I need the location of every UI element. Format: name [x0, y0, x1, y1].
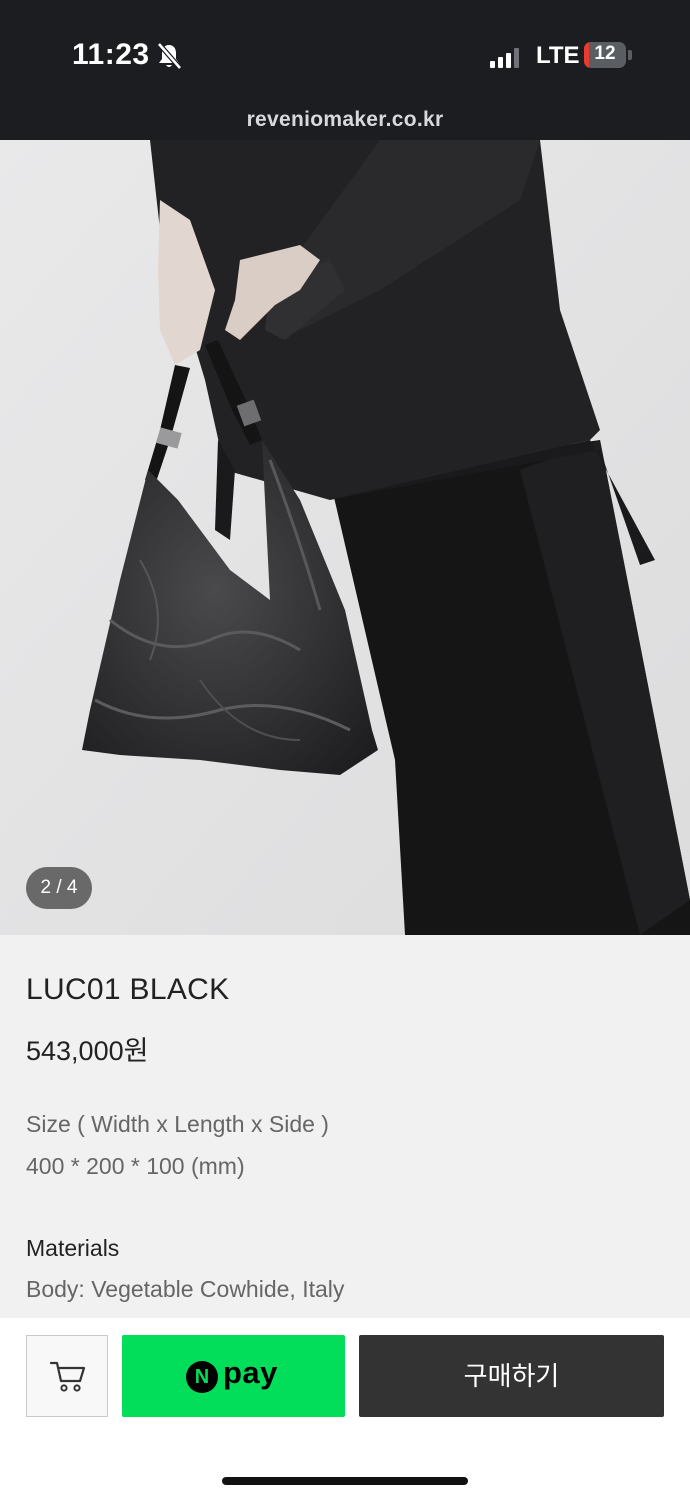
- add-to-cart-button[interactable]: [26, 1335, 108, 1417]
- battery-level: 12: [594, 43, 616, 64]
- purchase-action-bar: N pay 구매하기: [0, 1318, 690, 1500]
- buy-now-button[interactable]: 구매하기: [359, 1335, 664, 1417]
- product-photo: [0, 140, 690, 935]
- naver-pay-label: pay: [223, 1355, 278, 1390]
- product-name: LUC01 BLACK: [26, 973, 230, 1006]
- address-bar-url[interactable]: reveniomaker.co.kr: [0, 108, 690, 132]
- status-bar: 11:23 LTE 12 reveniomaker.co.kr: [0, 0, 690, 140]
- home-indicator[interactable]: [222, 1477, 468, 1485]
- naver-pay-logo-n: N: [186, 1361, 218, 1393]
- materials-value: Body: Vegetable Cowhide, Italy: [26, 1276, 345, 1302]
- signal-bars-icon: [490, 48, 519, 68]
- product-price: 543,000원: [26, 1036, 149, 1066]
- size-value: 400 * 200 * 100 (mm): [26, 1153, 245, 1179]
- product-image-gallery[interactable]: 2 / 4: [0, 140, 690, 935]
- naver-pay-button[interactable]: N pay: [122, 1335, 345, 1417]
- product-info: LUC01 BLACK 543,000원 Size ( Width x Leng…: [0, 935, 690, 1318]
- size-label: Size ( Width x Length x Side ): [26, 1111, 329, 1137]
- cart-icon: [49, 1361, 86, 1392]
- status-time: 11:23: [72, 38, 150, 71]
- bell-slash-icon: [157, 42, 182, 70]
- battery-icon: 12: [584, 42, 632, 70]
- image-counter: 2 / 4: [26, 867, 92, 909]
- materials-label: Materials: [26, 1235, 120, 1261]
- network-type: LTE: [536, 42, 580, 69]
